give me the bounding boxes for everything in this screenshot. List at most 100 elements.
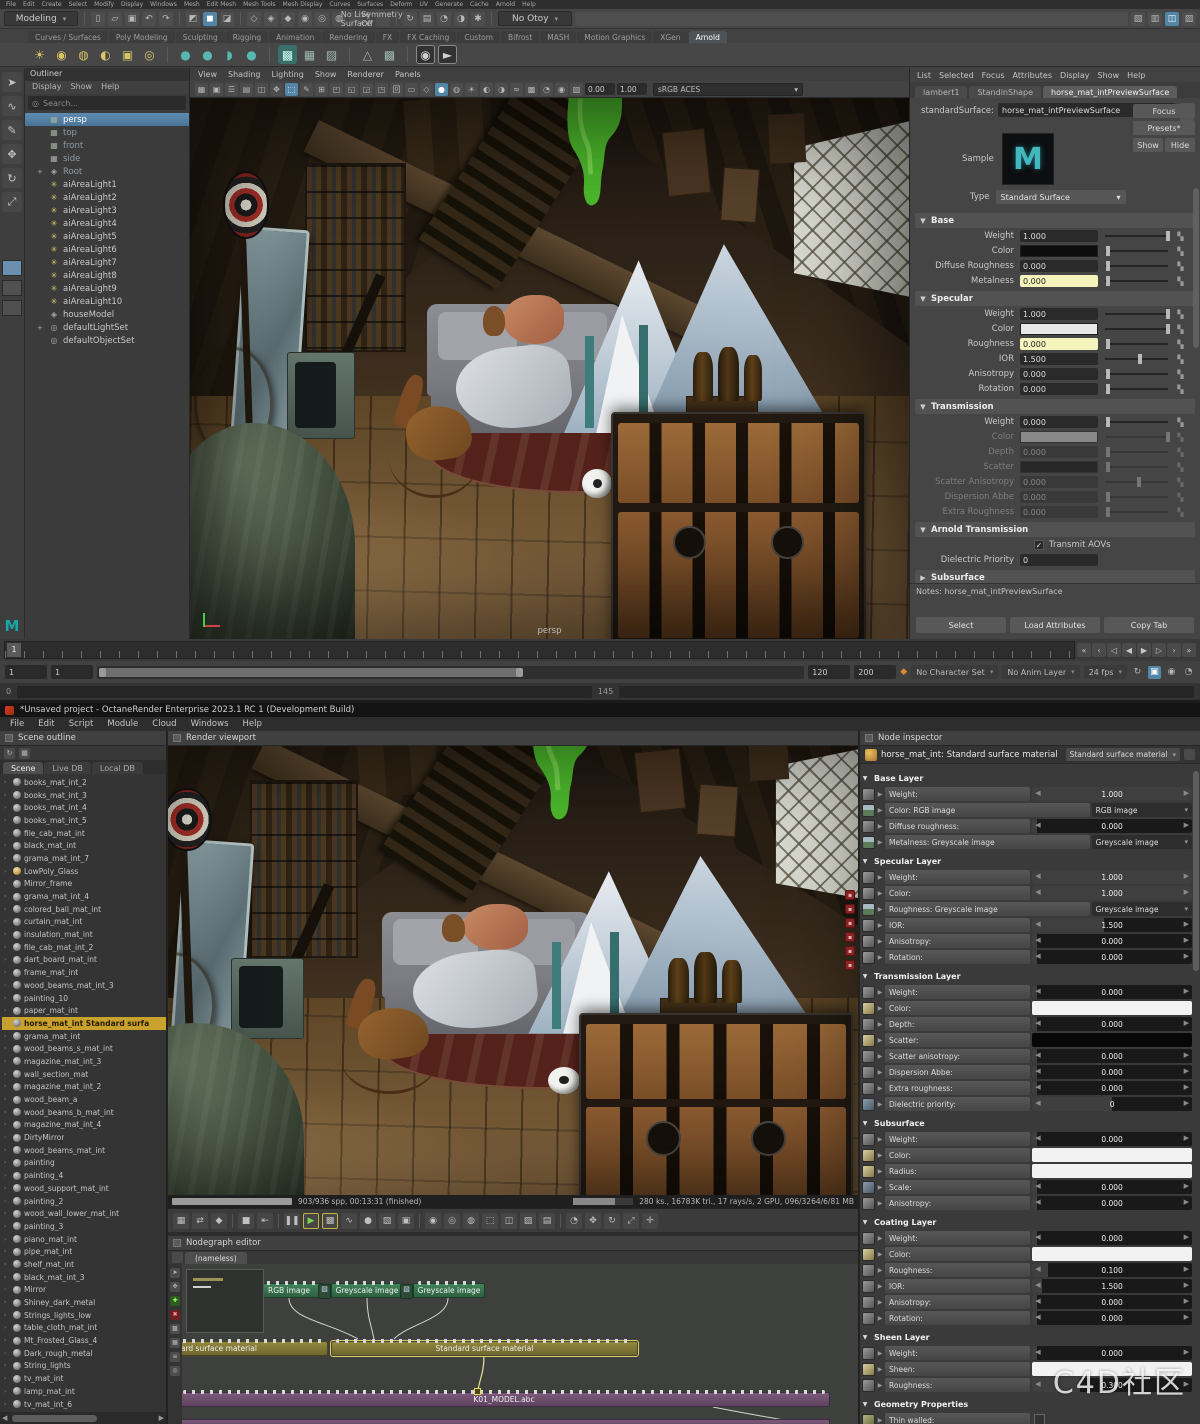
- film-region-icon[interactable]: ◫: [501, 1213, 517, 1229]
- menu-item[interactable]: File: [10, 719, 24, 729]
- expand-icon[interactable]: ▶: [877, 938, 883, 945]
- expand-icon[interactable]: ›: [4, 1121, 10, 1128]
- orbit-icon[interactable]: ↻: [604, 1213, 620, 1229]
- node-greyscale-image[interactable]: ▧Greyscale image: [413, 1283, 485, 1298]
- map-texture-icon[interactable]: ▚: [1175, 247, 1186, 256]
- maya-command-line[interactable]: 0 145: [0, 683, 1200, 700]
- attribute-slider[interactable]: [1105, 388, 1168, 390]
- color-bar[interactable]: [1032, 1247, 1192, 1261]
- motion-blur-icon[interactable]: ≈: [510, 83, 523, 96]
- light-manager-icon[interactable]: ▨: [322, 45, 341, 64]
- safe-title-icon[interactable]: ▭: [405, 83, 418, 96]
- attribute-row[interactable]: Color ▚ Color: [916, 244, 1186, 258]
- layout-four-pane-button[interactable]: [2, 280, 22, 296]
- expand-icon[interactable]: ›: [4, 982, 10, 989]
- expand-icon[interactable]: ›: [4, 792, 10, 799]
- expand-icon[interactable]: ›: [4, 1033, 10, 1040]
- panel-menu-item[interactable]: Shading: [228, 70, 261, 79]
- divider[interactable]: [349, 47, 350, 63]
- parameter-slider[interactable]: ◀1.500▶: [1032, 1279, 1192, 1293]
- select-tool-icon[interactable]: ➤: [2, 72, 22, 92]
- outliner-item[interactable]: ◎ defaultObjectSet: [25, 334, 189, 347]
- expand-icon[interactable]: ›: [4, 1286, 10, 1293]
- ng-select-icon[interactable]: ➤: [170, 1268, 180, 1278]
- outliner-item[interactable]: ✳ aiAreaLight5: [25, 230, 189, 243]
- inspector-row[interactable]: ▶ Weight: ◀0.000▶ 0.000: [862, 1132, 1192, 1146]
- expand-icon[interactable]: ›: [4, 1274, 10, 1281]
- inspector-row[interactable]: ▶ Roughness: ◀0.100▶ 0.100: [862, 1263, 1192, 1277]
- menu-item[interactable]: Edit: [38, 719, 54, 729]
- layout-persp-outliner-button[interactable]: [2, 300, 22, 316]
- depth-of-field-icon[interactable]: ◔: [540, 83, 553, 96]
- expand-icon[interactable]: ›: [4, 995, 10, 1002]
- parameter-slider[interactable]: ◀0.000▶: [1032, 1311, 1192, 1325]
- outliner-menu-item[interactable]: Show: [71, 82, 93, 93]
- material-list-item[interactable]: › curtain_mat_int: [2, 916, 166, 929]
- panel-menu-item[interactable]: Renderer: [347, 70, 384, 79]
- outliner-item[interactable]: + ◎ defaultLightSet: [25, 321, 189, 334]
- texture-dropdown[interactable]: RGB image: [1092, 803, 1192, 817]
- outliner-hscrollbar[interactable]: ◀ ▶: [0, 1412, 166, 1424]
- divider[interactable]: [278, 1214, 279, 1228]
- material-list-item[interactable]: › grama_mat_int_7: [2, 852, 166, 865]
- shelf-tab[interactable]: Curves / Surfaces: [28, 31, 108, 43]
- inspector-row[interactable]: ▶ Radius: ◀▶: [862, 1164, 1192, 1178]
- shelf-tab[interactable]: XGen: [653, 31, 687, 43]
- expand-icon[interactable]: ▶: [877, 1299, 883, 1306]
- expand-icon[interactable]: ›: [4, 779, 10, 786]
- textured-icon[interactable]: ◍: [450, 83, 463, 96]
- attribute-row[interactable]: Transmit AOVs ▚ ✓Transmit AOVs: [916, 538, 1186, 552]
- expand-icon[interactable]: ▼: [862, 1219, 868, 1226]
- play-backwards-icon[interactable]: ◀: [1122, 643, 1136, 657]
- realtime-icon[interactable]: ▩: [322, 1213, 338, 1229]
- help-icon[interactable]: [1184, 749, 1195, 760]
- ae-scrollbar[interactable]: [1193, 188, 1199, 348]
- expand-icon[interactable]: ▶: [877, 839, 883, 846]
- step-back-frame-icon[interactable]: ‹: [1092, 643, 1106, 657]
- material-type-dropdown[interactable]: Standard Surface▾: [996, 190, 1126, 204]
- 2d-pan-zoom-icon[interactable]: ✥: [270, 83, 283, 96]
- map-texture-icon[interactable]: ▚: [1175, 478, 1186, 487]
- material-list-item[interactable]: › insulation_mat_int: [2, 928, 166, 941]
- attribute-row[interactable]: IOR 1.500 ▚ IOR: [916, 352, 1186, 366]
- attribute-row[interactable]: ▼ Transmission ▚ Transmission: [915, 399, 1195, 414]
- expand-icon[interactable]: ›: [4, 1172, 10, 1179]
- physical-sky-icon[interactable]: ◎: [140, 45, 159, 64]
- menu-item[interactable]: Cloud: [152, 719, 176, 729]
- play-forwards-icon[interactable]: ▶: [1137, 643, 1151, 657]
- expand-icon[interactable]: ›: [4, 1007, 10, 1014]
- ae-menu-item[interactable]: Display: [1060, 71, 1090, 80]
- flush-texture-cache-icon[interactable]: ▦: [300, 45, 319, 64]
- color-bar[interactable]: [1032, 1164, 1192, 1178]
- menu-item[interactable]: Arnold: [496, 1, 515, 8]
- expand-icon[interactable]: ▶: [877, 1235, 883, 1242]
- pick-white-balance-icon[interactable]: ◍: [463, 1213, 479, 1229]
- loop-icon[interactable]: ↻: [1131, 666, 1144, 679]
- parameter-slider[interactable]: ◀1.000▶: [1032, 787, 1192, 801]
- section-expand-icon[interactable]: ▼: [915, 403, 931, 411]
- outliner-search-input[interactable]: ◎ Search...: [28, 96, 186, 110]
- open-scene-icon[interactable]: ▱: [108, 12, 122, 26]
- pick-material-icon[interactable]: ◉: [425, 1213, 441, 1229]
- attribute-slider[interactable]: [1105, 235, 1168, 237]
- outliner-item[interactable]: ✳ aiAreaLight10: [25, 295, 189, 308]
- otoy-live-selector[interactable]: No Otoy: [498, 11, 572, 26]
- menu-item[interactable]: Display: [121, 1, 143, 8]
- region-render-icon[interactable]: ⬚: [482, 1213, 498, 1229]
- auto-keyframe-icon[interactable]: ▣: [1148, 666, 1161, 679]
- bake-icon[interactable]: △: [358, 45, 377, 64]
- nodegraph-minimap[interactable]: [186, 1269, 264, 1333]
- expand-icon[interactable]: ›: [4, 1210, 10, 1217]
- outliner-item[interactable]: ▦ side: [25, 152, 189, 165]
- parameter-slider[interactable]: ◀0.000▶: [1032, 1295, 1192, 1309]
- scale-tool-icon[interactable]: ⤢: [2, 192, 22, 212]
- map-texture-icon[interactable]: ▚: [1175, 448, 1186, 457]
- panel-menu-item[interactable]: Lighting: [271, 70, 303, 79]
- go-to-start-icon[interactable]: «: [1077, 643, 1091, 657]
- expand-icon[interactable]: ›: [4, 1299, 10, 1306]
- layout-single-pane-button[interactable]: [2, 260, 22, 276]
- expand-icon[interactable]: ›: [4, 1312, 10, 1319]
- workspace-icon-channels[interactable]: ▨: [1182, 12, 1196, 26]
- shelf-tab[interactable]: Custom: [457, 31, 500, 43]
- outliner-item[interactable]: + ◈ Root: [25, 165, 189, 178]
